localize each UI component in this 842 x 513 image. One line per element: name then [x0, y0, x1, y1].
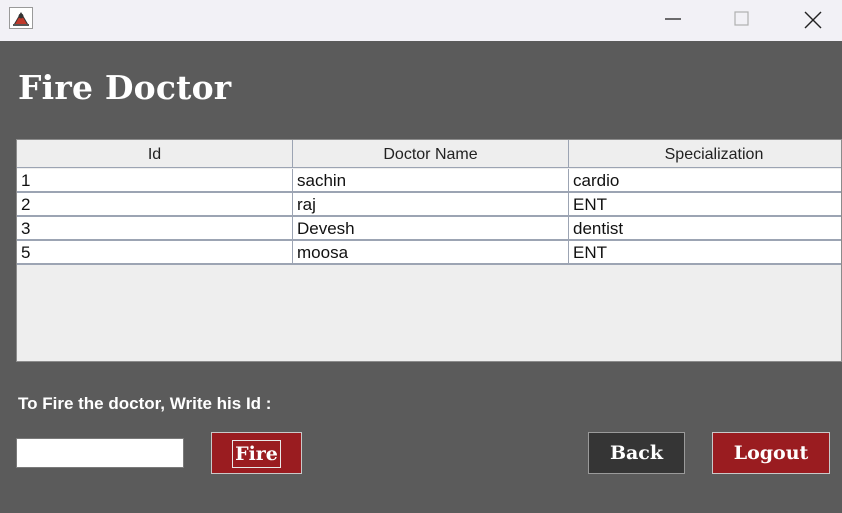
back-button[interactable]: Back	[588, 432, 685, 474]
maximize-button[interactable]	[721, 4, 763, 34]
minimize-button[interactable]	[652, 4, 694, 34]
cell-id[interactable]: 5	[17, 241, 293, 265]
cell-doctor-name[interactable]: raj	[293, 193, 569, 217]
close-icon	[804, 11, 822, 29]
close-button[interactable]	[792, 4, 834, 34]
maximize-icon	[734, 11, 749, 26]
table-row[interactable]: 3 Devesh dentist	[17, 217, 841, 241]
table-row[interactable]: 2 raj ENT	[17, 193, 841, 217]
fire-button-label: Fire	[232, 440, 281, 468]
cell-doctor-name[interactable]: sachin	[293, 169, 569, 193]
logout-button[interactable]: Logout	[712, 432, 830, 474]
table-row[interactable]: 1 sachin cardio	[17, 169, 841, 193]
doctor-table[interactable]: Id Doctor Name Specialization 1 sachin c…	[16, 139, 842, 362]
cell-specialization[interactable]: dentist	[569, 217, 841, 241]
fire-instruction-label: To Fire the doctor, Write his Id :	[18, 394, 272, 413]
cell-specialization[interactable]: cardio	[569, 169, 841, 193]
cell-specialization[interactable]: ENT	[569, 193, 841, 217]
cell-doctor-name[interactable]: Devesh	[293, 217, 569, 241]
cell-specialization[interactable]: ENT	[569, 241, 841, 265]
doctor-id-input[interactable]	[16, 438, 184, 468]
cell-id[interactable]: 2	[17, 193, 293, 217]
table-row[interactable]: 5 moosa ENT	[17, 241, 841, 265]
cell-id[interactable]: 3	[17, 217, 293, 241]
cell-doctor-name[interactable]: moosa	[293, 241, 569, 265]
fire-button[interactable]: Fire	[211, 432, 302, 474]
column-header-id[interactable]: Id	[17, 140, 293, 168]
minimize-icon	[665, 18, 681, 20]
column-header-doctor-name[interactable]: Doctor Name	[293, 140, 569, 168]
column-header-specialization[interactable]: Specialization	[569, 140, 841, 168]
page-title: Fire Doctor	[18, 68, 232, 107]
cell-id[interactable]: 1	[17, 169, 293, 193]
table-header: Id Doctor Name Specialization	[17, 140, 841, 169]
java-app-icon	[9, 7, 33, 29]
window-titlebar	[0, 0, 842, 41]
